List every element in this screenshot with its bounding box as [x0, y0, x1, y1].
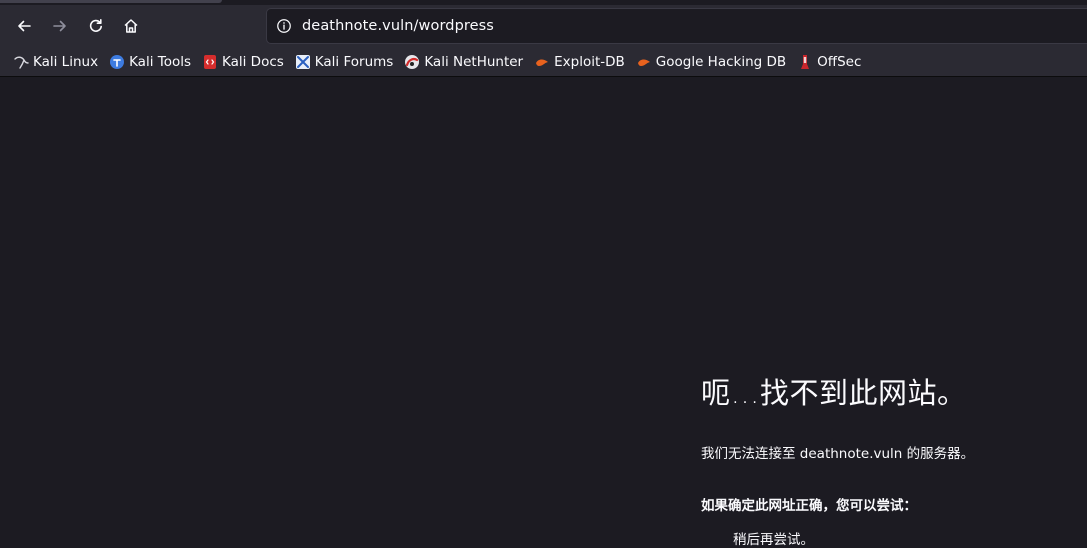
kali-nethunter-icon: [404, 54, 420, 70]
bookmark-label: Kali Forums: [314, 53, 394, 70]
back-button[interactable]: [9, 11, 39, 41]
bookmark-google-hacking-db[interactable]: Google Hacking DB: [633, 50, 792, 74]
offsec-icon: [797, 54, 813, 70]
home-icon: [124, 19, 138, 33]
bookmark-kali-forums[interactable]: Kali Forums: [292, 50, 400, 74]
arrow-left-icon: [18, 20, 31, 32]
arrow-right-icon: [53, 20, 66, 32]
error-message: 我们无法连接至 deathnote.vuln 的服务器。: [701, 446, 975, 462]
info-icon[interactable]: [275, 17, 293, 35]
bookmark-offsec[interactable]: OffSec: [794, 50, 867, 74]
bookmark-label: Kali Tools: [129, 53, 191, 70]
bookmark-exploit-db[interactable]: Exploit-DB: [531, 50, 631, 74]
bookmark-label: Kali Linux: [33, 53, 99, 70]
url-bar[interactable]: deathnote.vuln/wordpress: [266, 8, 1087, 44]
bookmark-kali-nethunter[interactable]: Kali NetHunter: [401, 50, 529, 74]
reload-button[interactable]: [81, 11, 111, 41]
reload-icon: [89, 19, 102, 32]
kali-tools-icon: [109, 54, 125, 70]
bookmark-label: Kali Docs: [222, 53, 284, 70]
kali-forums-icon: [295, 54, 311, 70]
bookmark-kali-tools[interactable]: Kali Tools: [106, 50, 197, 74]
bookmark-kali-docs[interactable]: Kali Docs: [199, 50, 290, 74]
error-hint: 如果确定此网址正确，您可以尝试：: [701, 498, 917, 514]
suggestion-item: 稍后再尝试。: [733, 532, 814, 548]
page-content: 呃…找不到此网站。 我们无法连接至 deathnote.vuln 的服务器。 如…: [0, 78, 1087, 548]
url-text[interactable]: deathnote.vuln/wordpress: [302, 18, 494, 34]
ghdb-icon: [636, 54, 652, 70]
kali-dragon-icon: [13, 54, 29, 70]
error-panel: 呃…找不到此网站。 我们无法连接至 deathnote.vuln 的服务器。 如…: [701, 370, 1081, 548]
active-tab-edge[interactable]: [0, 0, 222, 3]
bookmark-label: OffSec: [817, 53, 862, 70]
bookmark-label: Exploit-DB: [554, 53, 625, 70]
home-button[interactable]: [116, 11, 146, 41]
bookmark-label: Kali NetHunter: [424, 53, 524, 70]
forward-button[interactable]: [45, 11, 75, 41]
exploit-db-icon: [534, 54, 550, 70]
error-title: 呃…找不到此网站。: [701, 376, 967, 410]
bookmarks-toolbar: Kali Linux Kali Tools Kali Docs Kali For…: [0, 47, 1087, 77]
bookmark-kali-linux[interactable]: Kali Linux: [10, 50, 104, 74]
bookmark-label: Google Hacking DB: [655, 53, 787, 70]
kali-docs-icon: [202, 54, 218, 70]
navigation-toolbar: deathnote.vuln/wordpress: [0, 5, 1087, 47]
